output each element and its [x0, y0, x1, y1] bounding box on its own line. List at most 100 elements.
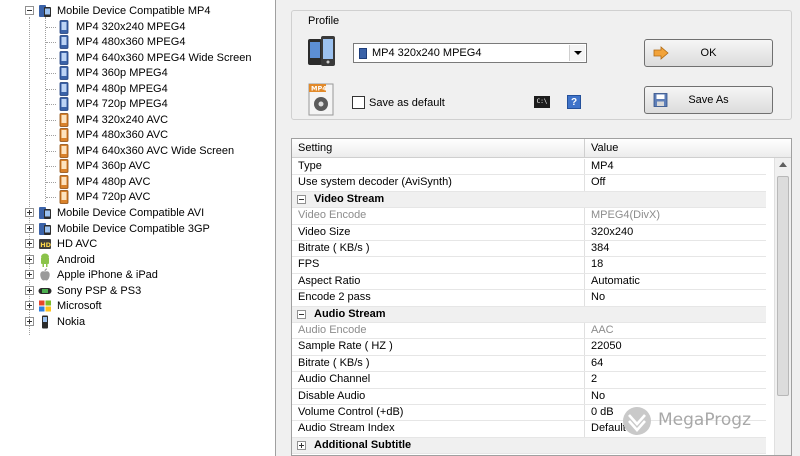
grid-row[interactable]: Aspect Ratio Automatic	[292, 273, 766, 291]
setting-value[interactable]: 2	[591, 373, 597, 385]
column-divider	[584, 355, 585, 372]
column-divider	[584, 241, 585, 257]
grid-row[interactable]: Sample Rate ( HZ ) 22050	[292, 339, 766, 356]
grid-row[interactable]: Bitrate ( KB/s ) 384	[292, 241, 766, 258]
setting-value[interactable]: 320x240	[591, 226, 633, 238]
tree-item-profile[interactable]: MP4 480x360 MPEG4	[0, 34, 275, 50]
expand-icon[interactable]	[25, 208, 34, 217]
tree-item-group[interactable]: Nokia	[0, 314, 275, 330]
command-prompt-icon[interactable]: C:\	[534, 96, 550, 108]
devices-icon	[308, 36, 335, 66]
profile-select-value: MP4 320x240 MPEG4	[372, 47, 482, 59]
tree-item-profile[interactable]: MP4 320x240 AVC	[0, 112, 275, 128]
tree-item-label: MP4 360p AVC	[76, 160, 151, 172]
profile-group: Profile MP4 320x240 MPEG4 OK Save As MP4…	[291, 10, 792, 120]
grid-row[interactable]: Audio Encode AAC	[292, 323, 766, 340]
grid-row[interactable]: Use system decoder (AviSynth) Off	[292, 175, 766, 192]
avc-icon	[59, 112, 69, 127]
ok-button[interactable]: OK	[644, 39, 773, 67]
checkbox-box[interactable]	[352, 96, 365, 109]
setting-value[interactable]: 22050	[591, 340, 622, 352]
mpeg4-icon	[59, 19, 69, 34]
tree-item-profile[interactable]: MP4 320x240 MPEG4	[0, 19, 275, 35]
tree-item-group[interactable]: HD HD AVC	[0, 236, 275, 252]
column-divider	[584, 405, 585, 421]
setting-value[interactable]: MP4	[591, 160, 614, 172]
tree-item-label: MP4 640x360 AVC Wide Screen	[76, 144, 235, 157]
grid-row[interactable]: Video Size 320x240	[292, 224, 766, 241]
grid-row[interactable]: Type MP4	[292, 159, 766, 176]
device-icon	[39, 207, 51, 219]
expand-icon[interactable]	[25, 239, 34, 248]
tree-item-profile[interactable]: MP4 480p MPEG4	[0, 81, 275, 97]
expand-icon[interactable]	[25, 270, 34, 279]
collapse-icon[interactable]	[25, 6, 34, 15]
scroll-up-icon[interactable]	[779, 162, 787, 167]
expand-icon[interactable]	[25, 301, 34, 310]
column-divider	[584, 323, 585, 339]
setting-value[interactable]: Default	[591, 422, 626, 434]
tree-item-profile[interactable]: MP4 720p AVC	[0, 189, 275, 205]
profile-tree[interactable]: Mobile Device Compatible MP4 MP4 320x240 …	[0, 0, 276, 456]
tree-item-profile[interactable]: MP4 480x360 AVC	[0, 127, 275, 143]
grid-row[interactable]: Audio Channel 2	[292, 372, 766, 389]
android-icon	[41, 253, 49, 267]
tree-item-group[interactable]: Mobile Device Compatible AVI	[0, 205, 275, 221]
grid-row[interactable]: Encode 2 pass No	[292, 290, 766, 307]
grid-row[interactable]: Bitrate ( KB/s ) 64	[292, 355, 766, 373]
tree-item-profile[interactable]: MP4 640x360 AVC Wide Screen	[0, 143, 275, 159]
category-label: Video Stream	[314, 192, 385, 205]
help-icon[interactable]: ?	[567, 95, 581, 109]
grid-category[interactable]: Audio Stream	[292, 306, 766, 323]
setting-value: AAC	[591, 324, 614, 336]
setting-value[interactable]: Automatic	[591, 275, 640, 287]
apple-icon	[40, 268, 50, 281]
setting-value[interactable]: No	[591, 390, 605, 402]
tree-item-group[interactable]: Apple iPhone & iPad	[0, 267, 275, 283]
expand-icon[interactable]	[25, 223, 34, 233]
column-divider	[584, 208, 585, 224]
collapse-icon[interactable]	[297, 194, 306, 204]
expand-icon[interactable]	[25, 316, 34, 326]
collapse-icon[interactable]	[297, 309, 306, 319]
tree-item-profile[interactable]: MP4 480p AVC	[0, 174, 275, 190]
setting-value[interactable]: 18	[591, 258, 603, 270]
setting-value[interactable]: No	[591, 291, 605, 303]
profile-select[interactable]: MP4 320x240 MPEG4	[353, 43, 587, 63]
setting-name: Video Size	[298, 225, 351, 238]
tree-item-group[interactable]: Sony PSP & PS3	[0, 283, 275, 299]
setting-value: MPEG4(DivX)	[591, 209, 661, 222]
chevron-down-icon[interactable]	[569, 45, 585, 61]
setting-value[interactable]: 0 dB	[591, 406, 614, 418]
expand-icon[interactable]	[25, 285, 34, 295]
avc-icon	[59, 159, 69, 173]
column-divider	[584, 290, 585, 306]
setting-value[interactable]: 384	[591, 242, 609, 254]
tree-item-group[interactable]: Android	[0, 252, 275, 268]
setting-name: Volume Control (+dB)	[298, 406, 404, 418]
setting-name: Type	[298, 160, 322, 172]
tree-item-group[interactable]: Mobile Device Compatible 3GP	[0, 221, 275, 237]
tree-connector	[46, 135, 56, 136]
tree-item-profile[interactable]: MP4 720p MPEG4	[0, 96, 275, 112]
grid-row[interactable]: Video Encode MPEG4(DivX)	[292, 208, 766, 225]
grid-row[interactable]: FPS 18	[292, 257, 766, 274]
expand-icon[interactable]	[25, 254, 34, 264]
tree-connector	[46, 166, 56, 167]
tree-item-group[interactable]: Microsoft	[0, 298, 275, 314]
scroll-thumb[interactable]	[777, 176, 789, 396]
expand-icon[interactable]	[297, 440, 306, 450]
column-divider	[584, 339, 585, 355]
tree-item-mp4-group[interactable]: Mobile Device Compatible MP4	[0, 3, 275, 19]
setting-name: Video Encode	[298, 209, 367, 222]
setting-value[interactable]: 64	[591, 357, 603, 369]
tree-item-label: MP4 480x360 AVC	[76, 129, 169, 141]
tree-item-profile[interactable]: MP4 360p MPEG4	[0, 65, 275, 81]
setting-name: Disable Audio	[298, 389, 366, 402]
grid-category[interactable]: Additional Subtitle	[292, 437, 766, 455]
tree-item-profile[interactable]: MP4 640x360 MPEG4 Wide Screen	[0, 50, 275, 66]
save-as-button[interactable]: Save As	[644, 86, 773, 114]
setting-value[interactable]: Off	[591, 176, 605, 188]
grid-category[interactable]: Video Stream	[292, 191, 766, 209]
tree-item-profile[interactable]: MP4 360p AVC	[0, 158, 275, 174]
